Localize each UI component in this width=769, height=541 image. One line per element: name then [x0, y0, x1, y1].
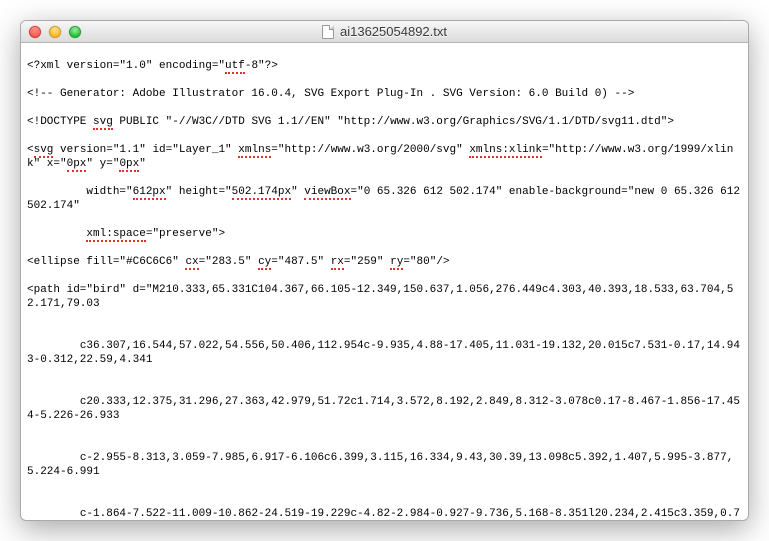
title-area: ai13625054892.txt [21, 24, 748, 39]
titlebar[interactable]: ai13625054892.txt [21, 21, 748, 43]
window-controls [29, 26, 81, 38]
text-editor-window: ai13625054892.txt <?xml version="1.0" en… [20, 20, 749, 521]
text-content[interactable]: <?xml version="1.0" encoding="utf-8"?> <… [21, 43, 748, 520]
zoom-icon[interactable] [69, 26, 81, 38]
close-icon[interactable] [29, 26, 41, 38]
document-icon [322, 25, 334, 39]
minimize-icon[interactable] [49, 26, 61, 38]
window-title: ai13625054892.txt [340, 24, 447, 39]
